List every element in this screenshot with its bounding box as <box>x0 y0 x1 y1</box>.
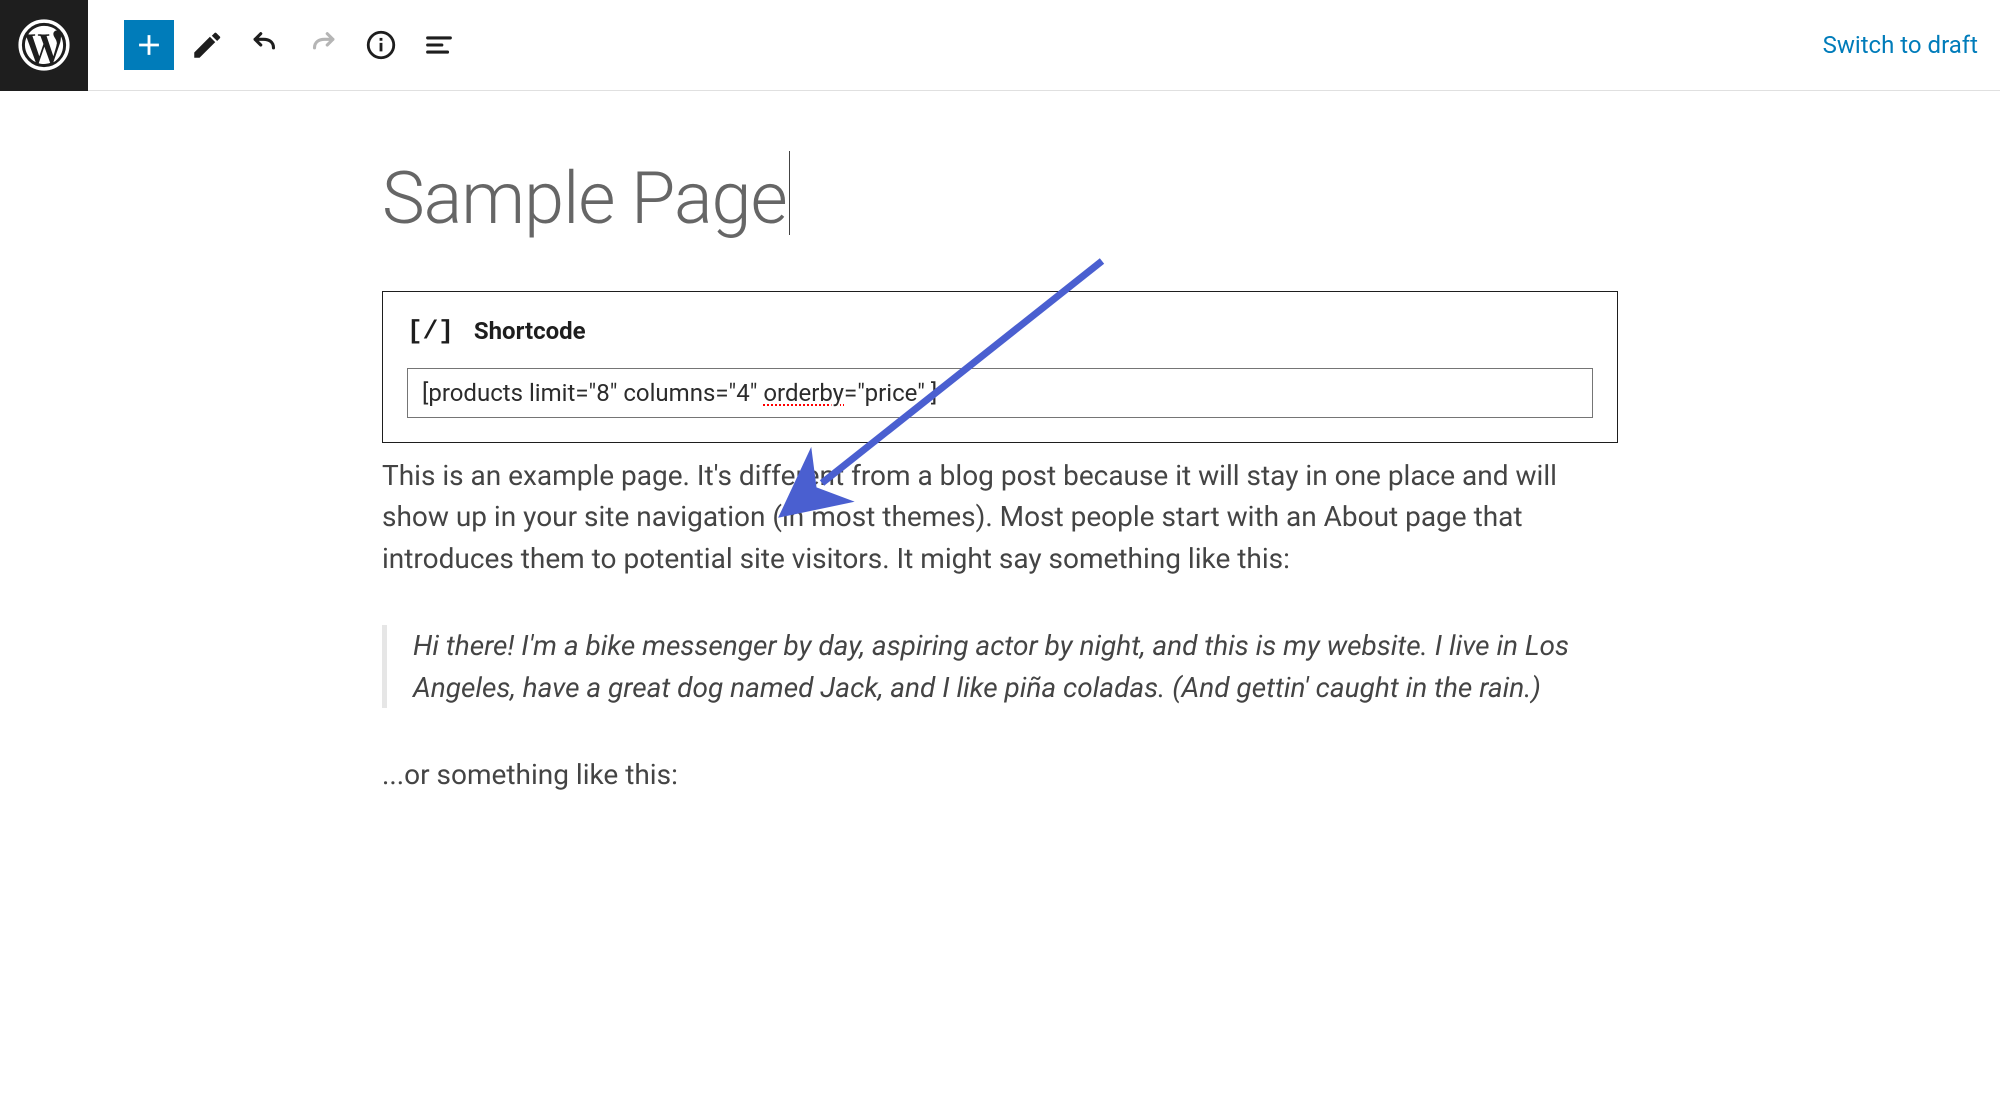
quote-block[interactable]: Hi there! I'm a bike messenger by day, a… <box>382 625 1618 708</box>
shortcode-input[interactable]: [products limit="8" columns="4" orderby=… <box>407 368 1593 418</box>
wordpress-logo-button[interactable] <box>0 0 88 91</box>
page-content: Sample Page [/] Shortcode [products limi… <box>382 91 1618 876</box>
page-title[interactable]: Sample Page <box>382 151 790 241</box>
intro-paragraph[interactable]: This is an example page. It's different … <box>382 455 1618 579</box>
undo-button[interactable] <box>240 20 290 70</box>
add-block-button[interactable] <box>124 20 174 70</box>
shortcode-block[interactable]: [/] Shortcode [products limit="8" column… <box>382 291 1618 443</box>
shortcode-value-suffix: ="price" ] <box>844 379 937 407</box>
wordpress-logo-icon <box>18 19 70 71</box>
editor-canvas[interactable]: Sample Page [/] Shortcode [products limi… <box>0 91 2000 1119</box>
editor-toolbar <box>88 20 1823 70</box>
editor-topbar: Switch to draft <box>0 0 2000 91</box>
redo-button[interactable] <box>298 20 348 70</box>
topbar-right: Switch to draft <box>1823 31 2000 59</box>
redo-icon <box>306 28 340 62</box>
shortcode-icon: [/] <box>407 316 454 346</box>
shortcode-value-spellcheck: orderby <box>763 379 844 407</box>
plus-icon <box>132 28 166 62</box>
pencil-icon <box>190 28 224 62</box>
outline-button[interactable] <box>414 20 464 70</box>
second-paragraph[interactable]: ...or something like this: <box>382 754 1618 795</box>
info-icon <box>364 28 398 62</box>
shortcode-block-header: [/] Shortcode <box>407 316 1593 346</box>
shortcode-block-label: Shortcode <box>474 317 586 345</box>
edit-tool-button[interactable] <box>182 20 232 70</box>
shortcode-value-prefix: [products limit="8" columns="4" <box>422 379 763 407</box>
text-cursor <box>789 151 790 235</box>
info-button[interactable] <box>356 20 406 70</box>
switch-to-draft-button[interactable]: Switch to draft <box>1823 31 1978 59</box>
undo-icon <box>248 28 282 62</box>
list-view-icon <box>422 28 456 62</box>
page-title-text: Sample Page <box>382 156 787 241</box>
